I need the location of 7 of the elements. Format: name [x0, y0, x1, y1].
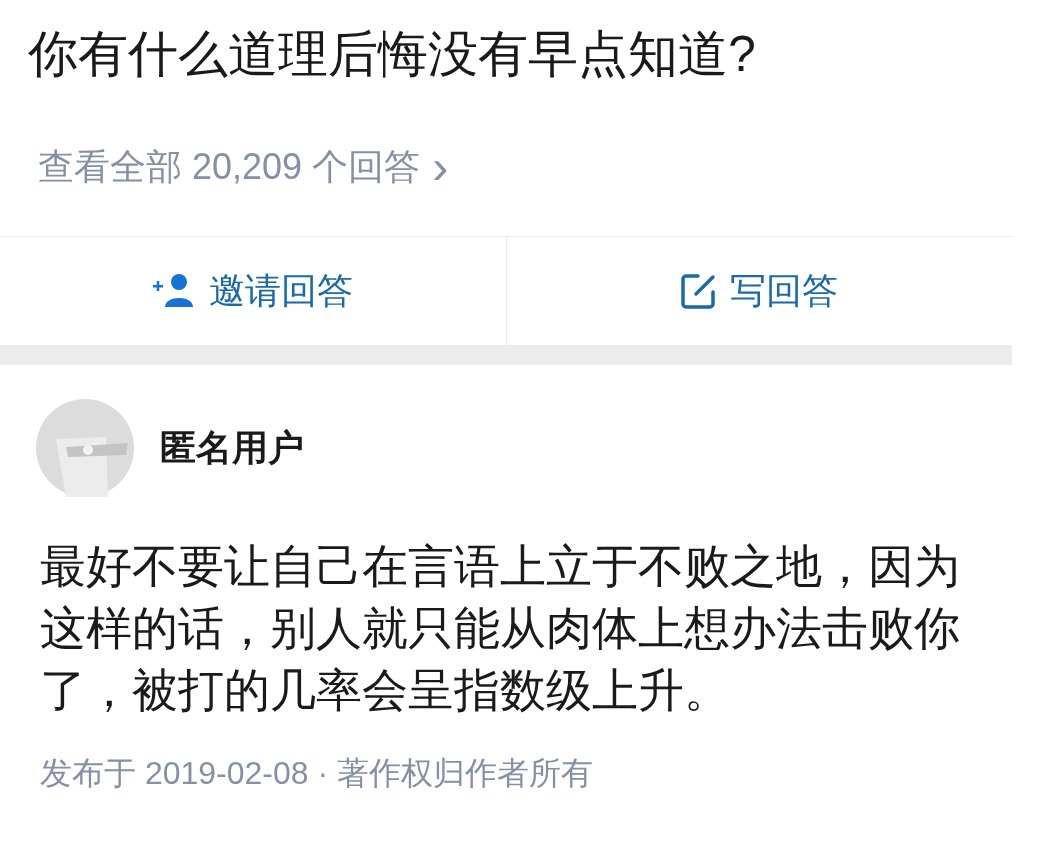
- avatar-icon: [36, 399, 134, 497]
- answer-text: 最好不要让自己在言语上立于不败之地，因为这样的话，别人就只能从肉体上想办法击败你了，被打的几率会呈指数级上升。: [39, 539, 961, 718]
- author-name[interactable]: 匿名用户: [160, 421, 304, 475]
- invite-answer-button[interactable]: 邀请回答: [0, 237, 506, 345]
- question-title: 你有什么道理后悔没有早点知道?: [28, 25, 757, 84]
- view-all-answers-link[interactable]: 查看全部 20,209 个回答 ›: [38, 142, 449, 192]
- answer-meta: 发布于 2019-02-08 · 著作权归作者所有: [39, 754, 594, 793]
